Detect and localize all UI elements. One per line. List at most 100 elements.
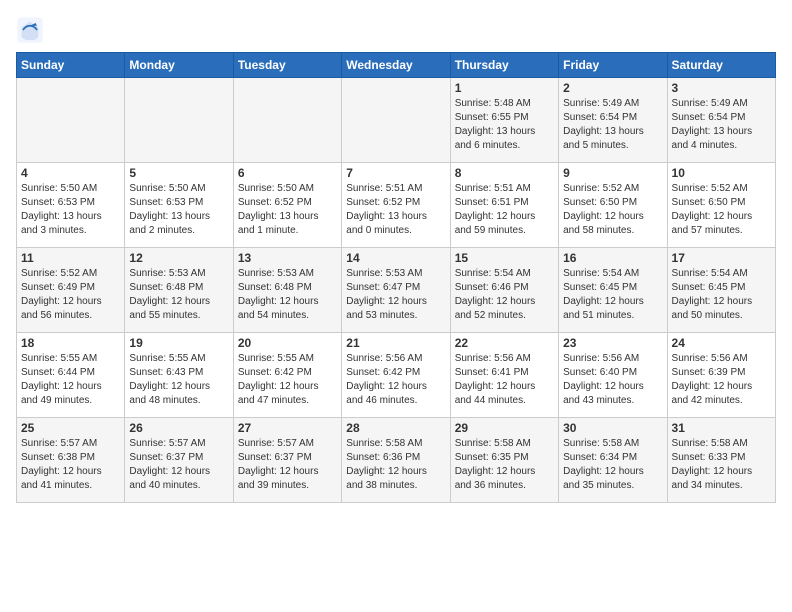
week-row-1: 1Sunrise: 5:48 AM Sunset: 6:55 PM Daylig… — [17, 78, 776, 163]
day-info: Sunrise: 5:56 AM Sunset: 6:42 PM Dayligh… — [346, 352, 445, 408]
day-info: Sunrise: 5:58 AM Sunset: 6:33 PM Dayligh… — [672, 437, 771, 493]
calendar-cell: 27 Sunrise: 5:57 AM Sunset: 6:37 PM Dayli… — [233, 418, 341, 503]
day-number: 18 — [21, 336, 120, 350]
day-info: Sunrise: 5:51 AM Sunset: 6:52 PM Dayligh… — [346, 182, 445, 238]
day-info: Sunrise: 5:54 AM Sunset: 6:46 PM Dayligh… — [455, 267, 554, 323]
week-row-4: 18 Sunrise: 5:55 AM Sunset: 6:44 PM Dayli… — [17, 333, 776, 418]
calendar-cell: 26Sunrise: 5:57 AM Sunset: 6:37 PM Dayli… — [125, 418, 233, 503]
header-day-thursday: Thursday — [450, 53, 558, 78]
day-number: 17 — [672, 251, 771, 265]
calendar-cell: 20 Sunrise: 5:55 AM Sunset: 6:42 PM Dayli… — [233, 333, 341, 418]
day-info: Sunrise: 5:57 AM Sunset: 6:37 PM Dayligh… — [238, 437, 337, 493]
day-info: Sunrise: 5:54 AM Sunset: 6:45 PM Dayligh… — [672, 267, 771, 323]
calendar-cell: 12 Sunrise: 5:53 AM Sunset: 6:48 PM Dayli… — [125, 248, 233, 333]
day-number: 24 — [672, 336, 771, 350]
logo — [16, 16, 48, 44]
calendar-cell: 11 Sunrise: 5:52 AM Sunset: 6:49 PM Dayli… — [17, 248, 125, 333]
day-number: 28 — [346, 421, 445, 435]
calendar-cell — [125, 78, 233, 163]
day-info: Sunrise: 5:56 AM Sunset: 6:41 PM Dayligh… — [455, 352, 554, 408]
day-number: 2 — [563, 81, 662, 95]
day-info: Sunrise: 5:56 AM Sunset: 6:40 PM Dayligh… — [563, 352, 662, 408]
calendar-cell: 23 Sunrise: 5:56 AM Sunset: 6:40 PM Dayli… — [559, 333, 667, 418]
calendar-cell: 13 Sunrise: 5:53 AM Sunset: 6:48 PM Dayli… — [233, 248, 341, 333]
calendar-cell: 19 Sunrise: 5:55 AM Sunset: 6:43 PM Dayli… — [125, 333, 233, 418]
day-number: 19 — [129, 336, 228, 350]
calendar-cell: 1Sunrise: 5:48 AM Sunset: 6:55 PM Daylig… — [450, 78, 558, 163]
calendar-cell: 6 Sunrise: 5:50 AM Sunset: 6:52 PM Daylig… — [233, 163, 341, 248]
day-number: 10 — [672, 166, 771, 180]
day-info: Sunrise: 5:57 AM Sunset: 6:37 PM Dayligh… — [129, 437, 228, 493]
day-number: 9 — [563, 166, 662, 180]
header-day-wednesday: Wednesday — [342, 53, 450, 78]
calendar-cell: 8 Sunrise: 5:51 AM Sunset: 6:51 PM Daylig… — [450, 163, 558, 248]
calendar-cell: 22 Sunrise: 5:56 AM Sunset: 6:41 PM Dayli… — [450, 333, 558, 418]
week-row-5: 25 Sunrise: 5:57 AM Sunset: 6:38 PM Dayli… — [17, 418, 776, 503]
day-number: 6 — [238, 166, 337, 180]
header-day-sunday: Sunday — [17, 53, 125, 78]
day-info: Sunrise: 5:53 AM Sunset: 6:47 PM Dayligh… — [346, 267, 445, 323]
calendar-cell — [342, 78, 450, 163]
day-info: Sunrise: 5:50 AM Sunset: 6:53 PM Dayligh… — [21, 182, 120, 238]
day-number: 23 — [563, 336, 662, 350]
calendar-cell: 7 Sunrise: 5:51 AM Sunset: 6:52 PM Daylig… — [342, 163, 450, 248]
day-number: 27 — [238, 421, 337, 435]
calendar-cell: 18 Sunrise: 5:55 AM Sunset: 6:44 PM Dayli… — [17, 333, 125, 418]
header-day-saturday: Saturday — [667, 53, 775, 78]
day-info: Sunrise: 5:58 AM Sunset: 6:34 PM Dayligh… — [563, 437, 662, 493]
calendar-cell: 28 Sunrise: 5:58 AM Sunset: 6:36 PM Dayli… — [342, 418, 450, 503]
calendar-cell: 4 Sunrise: 5:50 AM Sunset: 6:53 PM Daylig… — [17, 163, 125, 248]
day-number: 11 — [21, 251, 120, 265]
day-info: Sunrise: 5:50 AM Sunset: 6:52 PM Dayligh… — [238, 182, 337, 238]
day-number: 13 — [238, 251, 337, 265]
day-info: Sunrise: 5:55 AM Sunset: 6:42 PM Dayligh… — [238, 352, 337, 408]
day-info: Sunrise: 5:55 AM Sunset: 6:43 PM Dayligh… — [129, 352, 228, 408]
day-info: Sunrise: 5:57 AM Sunset: 6:38 PM Dayligh… — [21, 437, 120, 493]
calendar-cell: 14Sunrise: 5:53 AM Sunset: 6:47 PM Dayli… — [342, 248, 450, 333]
day-number: 7 — [346, 166, 445, 180]
day-number: 1 — [455, 81, 554, 95]
calendar-cell: 5Sunrise: 5:50 AM Sunset: 6:53 PM Daylig… — [125, 163, 233, 248]
day-number: 15 — [455, 251, 554, 265]
week-row-2: 4 Sunrise: 5:50 AM Sunset: 6:53 PM Daylig… — [17, 163, 776, 248]
calendar-cell: 9Sunrise: 5:52 AM Sunset: 6:50 PM Daylig… — [559, 163, 667, 248]
day-number: 29 — [455, 421, 554, 435]
day-number: 16 — [563, 251, 662, 265]
day-number: 30 — [563, 421, 662, 435]
calendar-cell: 16 Sunrise: 5:54 AM Sunset: 6:45 PM Dayli… — [559, 248, 667, 333]
day-info: Sunrise: 5:49 AM Sunset: 6:54 PM Dayligh… — [672, 97, 771, 153]
logo-icon — [16, 16, 44, 44]
calendar-cell: 30 Sunrise: 5:58 AM Sunset: 6:34 PM Dayli… — [559, 418, 667, 503]
calendar-cell: 15 Sunrise: 5:54 AM Sunset: 6:46 PM Dayli… — [450, 248, 558, 333]
day-number: 21 — [346, 336, 445, 350]
day-number: 25 — [21, 421, 120, 435]
day-info: Sunrise: 5:55 AM Sunset: 6:44 PM Dayligh… — [21, 352, 120, 408]
day-info: Sunrise: 5:53 AM Sunset: 6:48 PM Dayligh… — [129, 267, 228, 323]
calendar-body: 1Sunrise: 5:48 AM Sunset: 6:55 PM Daylig… — [17, 78, 776, 503]
day-info: Sunrise: 5:52 AM Sunset: 6:49 PM Dayligh… — [21, 267, 120, 323]
calendar-cell: 2Sunrise: 5:49 AM Sunset: 6:54 PM Daylig… — [559, 78, 667, 163]
calendar-cell: 29 Sunrise: 5:58 AM Sunset: 6:35 PM Dayli… — [450, 418, 558, 503]
day-number: 22 — [455, 336, 554, 350]
calendar-cell: 3 Sunrise: 5:49 AM Sunset: 6:54 PM Daylig… — [667, 78, 775, 163]
day-number: 31 — [672, 421, 771, 435]
header-row: SundayMondayTuesdayWednesdayThursdayFrid… — [17, 53, 776, 78]
day-info: Sunrise: 5:53 AM Sunset: 6:48 PM Dayligh… — [238, 267, 337, 323]
day-info: Sunrise: 5:58 AM Sunset: 6:35 PM Dayligh… — [455, 437, 554, 493]
day-info: Sunrise: 5:56 AM Sunset: 6:39 PM Dayligh… — [672, 352, 771, 408]
day-number: 4 — [21, 166, 120, 180]
day-info: Sunrise: 5:58 AM Sunset: 6:36 PM Dayligh… — [346, 437, 445, 493]
calendar-cell: 25 Sunrise: 5:57 AM Sunset: 6:38 PM Dayli… — [17, 418, 125, 503]
calendar-cell: 17 Sunrise: 5:54 AM Sunset: 6:45 PM Dayli… — [667, 248, 775, 333]
day-info: Sunrise: 5:51 AM Sunset: 6:51 PM Dayligh… — [455, 182, 554, 238]
day-number: 20 — [238, 336, 337, 350]
day-number: 5 — [129, 166, 228, 180]
calendar-cell: 31 Sunrise: 5:58 AM Sunset: 6:33 PM Dayli… — [667, 418, 775, 503]
day-number: 3 — [672, 81, 771, 95]
header-day-monday: Monday — [125, 53, 233, 78]
calendar-table: SundayMondayTuesdayWednesdayThursdayFrid… — [16, 52, 776, 503]
calendar-cell — [233, 78, 341, 163]
day-info: Sunrise: 5:54 AM Sunset: 6:45 PM Dayligh… — [563, 267, 662, 323]
day-number: 8 — [455, 166, 554, 180]
day-number: 12 — [129, 251, 228, 265]
